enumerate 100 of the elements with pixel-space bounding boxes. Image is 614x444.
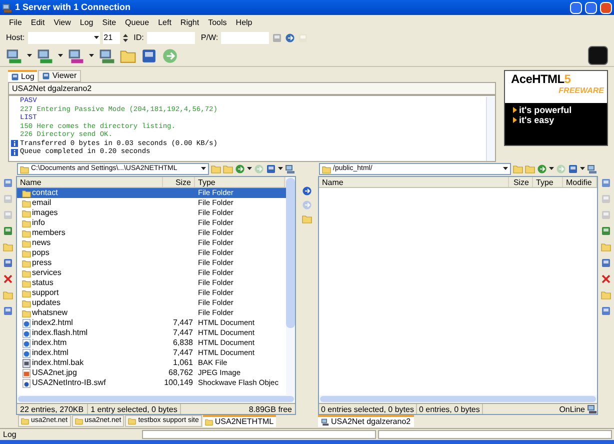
column-header[interactable]: Size — [163, 177, 195, 187]
minimize-button[interactable] — [570, 2, 582, 14]
caret-icon[interactable] — [549, 167, 554, 171]
file-name: whatsnew — [32, 308, 68, 318]
status-text: 0 entries, 0 bytes — [416, 404, 483, 414]
caret-icon[interactable] — [94, 36, 99, 40]
caret-icon[interactable] — [247, 167, 252, 171]
web-page-icon — [22, 328, 31, 338]
file-name: images — [32, 208, 58, 218]
file-name: updates — [32, 298, 60, 308]
app-icon[interactable] — [2, 2, 12, 12]
folder-icon[interactable] — [128, 417, 136, 425]
web-page-icon — [22, 338, 31, 348]
status-bar-text: Log — [2, 428, 18, 440]
status-text: 22 entries, 270KB — [17, 404, 88, 414]
spinner-icon[interactable] — [122, 32, 128, 42]
file-name: members — [32, 228, 66, 238]
column-header[interactable]: Size — [509, 177, 533, 187]
folder-icon[interactable] — [20, 164, 29, 174]
back-icon[interactable] — [537, 164, 547, 174]
menu-item[interactable]: Site — [102, 16, 116, 28]
menu-item[interactable]: Log — [80, 16, 94, 28]
new-folder-icon[interactable] — [601, 242, 611, 252]
column-header[interactable]: Modifie — [563, 177, 597, 187]
back-icon[interactable] — [235, 164, 245, 174]
menu-item[interactable]: Right — [180, 16, 200, 28]
column-header[interactable]: Name — [17, 177, 163, 187]
file-size: 7,447 — [172, 328, 194, 338]
column-header[interactable]: Name — [319, 177, 509, 187]
computer-icon[interactable] — [68, 48, 84, 64]
folder-icon[interactable] — [223, 164, 233, 174]
file-name: index.html.bak — [32, 358, 84, 368]
ad-bullet: it's easy — [519, 115, 554, 125]
pane-tab[interactable]: USA2NETHTML — [202, 415, 276, 427]
transfer-right-icon[interactable] — [302, 186, 312, 196]
host-field[interactable] — [28, 32, 100, 44]
caret-icon[interactable] — [503, 167, 508, 171]
port-field[interactable]: 21 — [102, 32, 120, 44]
network-icon[interactable] — [587, 404, 597, 414]
transfer-left-icon[interactable] — [302, 200, 312, 210]
horizontal-scrollbar[interactable] — [319, 395, 597, 403]
menu-item[interactable]: Left — [158, 16, 172, 28]
file-name: USA2NetIntro-IB.swf — [32, 378, 106, 388]
status-text: 0 entries selected, 0 bytes — [319, 404, 417, 414]
menu-item[interactable]: Edit — [30, 16, 45, 28]
delete-icon[interactable] — [3, 274, 13, 284]
caret-icon[interactable] — [27, 54, 32, 58]
ad-banner[interactable]: AceHTML5 FREEWARE it's powerful it's easy — [504, 70, 608, 146]
folders-icon[interactable] — [302, 214, 312, 224]
vertical-scrollbar[interactable] — [486, 97, 495, 161]
file-size: 7,447 — [172, 318, 194, 328]
network-icon[interactable] — [321, 418, 329, 426]
image-file-icon — [22, 368, 31, 378]
folder-icon[interactable] — [74, 417, 83, 425]
menu-item[interactable]: Queue — [125, 16, 150, 28]
computer-icon[interactable] — [6, 48, 22, 64]
connection-label: USA2Net dgalzerano2 — [8, 82, 496, 95]
caret-icon[interactable] — [201, 167, 206, 171]
id-field[interactable] — [146, 32, 195, 44]
password-field[interactable] — [221, 32, 270, 44]
log-tab[interactable]: Log — [8, 70, 38, 82]
caret-icon[interactable] — [278, 167, 283, 171]
file-name: email — [32, 198, 52, 208]
id-label: ID: — [134, 32, 144, 44]
file-name: news — [32, 238, 51, 248]
file-name: info — [32, 218, 45, 228]
folder-icon[interactable] — [525, 164, 535, 174]
restore-button[interactable] — [585, 2, 597, 14]
file-name: index.flash.html — [32, 328, 88, 338]
flash-file-icon — [22, 378, 31, 388]
caret-icon[interactable] — [58, 54, 63, 58]
delete-icon[interactable] — [601, 274, 611, 284]
horizontal-scrollbar[interactable] — [17, 395, 295, 403]
caret-icon[interactable] — [89, 54, 94, 58]
file-size: 100,149 — [163, 378, 194, 388]
password-label: P/W: — [200, 32, 218, 44]
menu-item[interactable]: View — [54, 16, 71, 28]
folder-icon[interactable] — [601, 290, 611, 300]
computer-icon[interactable] — [37, 48, 53, 64]
menu-item[interactable]: Tools — [208, 16, 227, 28]
menu-item[interactable]: File — [9, 16, 22, 28]
menu-item[interactable]: Help — [236, 16, 252, 28]
file-size: 1,061 — [172, 358, 194, 368]
vertical-scrollbar[interactable] — [286, 177, 295, 395]
log-tab[interactable]: Viewer — [38, 70, 81, 82]
column-header[interactable]: Type — [533, 177, 563, 187]
folder-icon[interactable] — [21, 417, 29, 425]
column-header[interactable]: Type — [195, 177, 285, 187]
caret-icon[interactable] — [580, 167, 585, 171]
host-label: Host: — [6, 32, 25, 44]
ad-title: AceHTML5 — [510, 73, 571, 86]
close-button[interactable] — [600, 2, 612, 14]
file-size: 68,762 — [168, 368, 194, 378]
new-folder-icon[interactable] — [3, 242, 13, 252]
folder-icon[interactable] — [204, 418, 213, 426]
logo-drawing — [588, 46, 608, 65]
pane-tab[interactable]: USA2Net dgalzerano2 — [318, 415, 414, 427]
folder-icon[interactable] — [322, 164, 331, 174]
folder-icon[interactable] — [120, 48, 136, 64]
computer-icon[interactable] — [99, 48, 115, 64]
